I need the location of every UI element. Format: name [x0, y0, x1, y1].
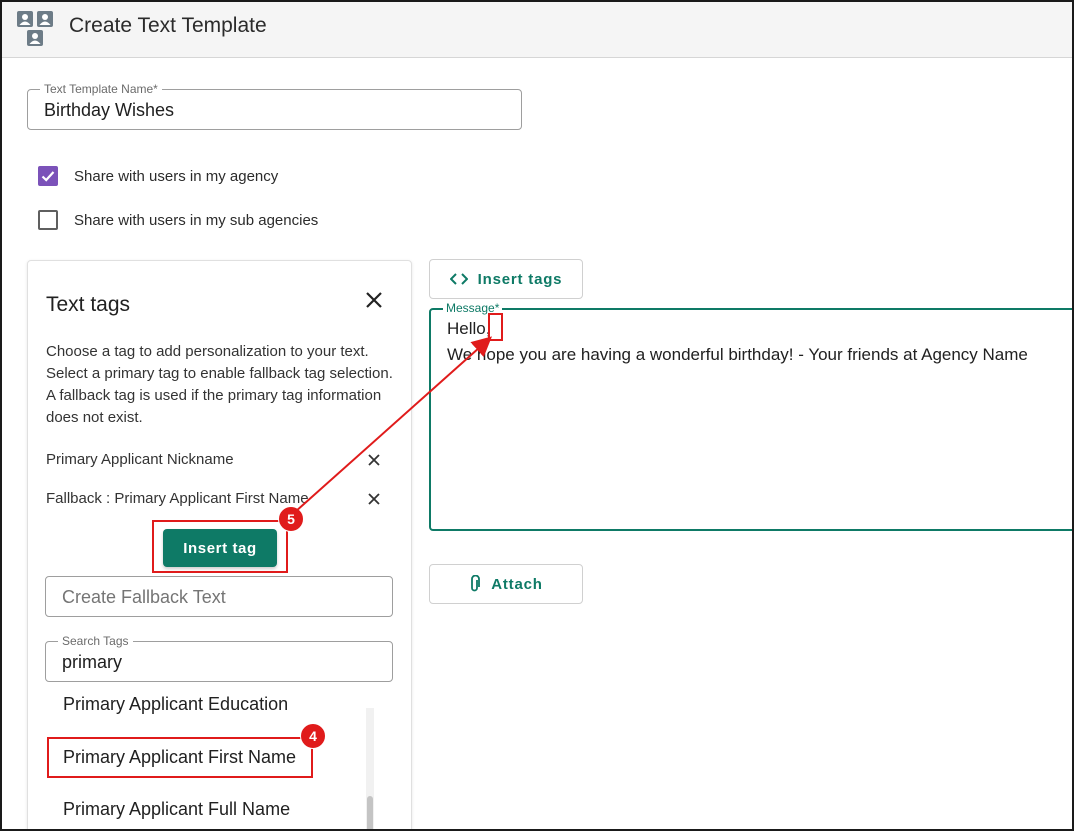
step-4-badge: 4: [300, 723, 326, 749]
fallback-text-placeholder: Create Fallback Text: [62, 587, 226, 607]
panel-description: Choose a tag to add personalization to y…: [46, 343, 393, 426]
tag-list-item[interactable]: Primary Applicant Education: [63, 694, 288, 715]
remove-primary-tag-icon[interactable]: [364, 450, 384, 470]
message-field[interactable]: Message* Hello, We hope you are having a…: [429, 301, 1072, 531]
insert-tag-highlight: [152, 520, 288, 573]
fallback-text-input[interactable]: Create Fallback Text: [45, 576, 393, 617]
tag-list-item[interactable]: Primary Applicant Full Name: [63, 799, 290, 820]
share-sub-agencies-checkbox[interactable]: [38, 210, 58, 230]
template-name-value: Birthday Wishes: [44, 100, 175, 120]
first-name-highlight: [47, 737, 313, 778]
page-title: Create Text Template: [69, 14, 267, 37]
insert-tags-button[interactable]: Insert tags: [429, 259, 583, 299]
share-sub-agencies-label: Share with users in my sub agencies: [74, 211, 319, 229]
search-tags-input[interactable]: Search Tags primary: [45, 634, 393, 682]
share-agency-row[interactable]: Share with users in my agency: [38, 164, 278, 188]
remove-fallback-tag-icon[interactable]: [364, 489, 384, 509]
attach-label: Attach: [491, 575, 543, 593]
share-sub-agencies-row[interactable]: Share with users in my sub agencies: [38, 208, 318, 232]
app-window: Create Text Template Text Template Name*…: [0, 0, 1074, 831]
attach-button[interactable]: Attach: [429, 564, 583, 604]
search-tags-value: primary: [62, 652, 123, 672]
message-line: Hello,: [447, 319, 491, 338]
code-brackets-icon: [449, 273, 468, 285]
selected-fallback-tag: Fallback : Primary Applicant First Name: [46, 490, 309, 507]
panel-title: Text tags: [46, 293, 131, 316]
close-icon[interactable]: [362, 288, 386, 312]
template-name-field[interactable]: Text Template Name* Birthday Wishes: [27, 82, 522, 130]
tag-list-scrollbar-thumb[interactable]: [367, 796, 373, 829]
checkmark-icon: [41, 171, 55, 182]
message-line: We hope you are having a wonderful birth…: [447, 345, 1028, 364]
search-tags-label: Search Tags: [58, 634, 133, 648]
share-agency-checkbox[interactable]: [38, 166, 58, 186]
contacts-group-icon: [17, 11, 53, 46]
paperclip-icon: [471, 575, 481, 592]
template-name-label: Text Template Name*: [40, 82, 162, 96]
insert-tags-label: Insert tags: [477, 270, 563, 288]
share-agency-label: Share with users in my agency: [74, 167, 279, 185]
step-5-badge: 5: [278, 506, 304, 532]
selected-primary-tag: Primary Applicant Nickname: [46, 451, 234, 468]
page-header: Create Text Template: [2, 2, 1072, 58]
cursor-position-highlight: [488, 313, 503, 341]
